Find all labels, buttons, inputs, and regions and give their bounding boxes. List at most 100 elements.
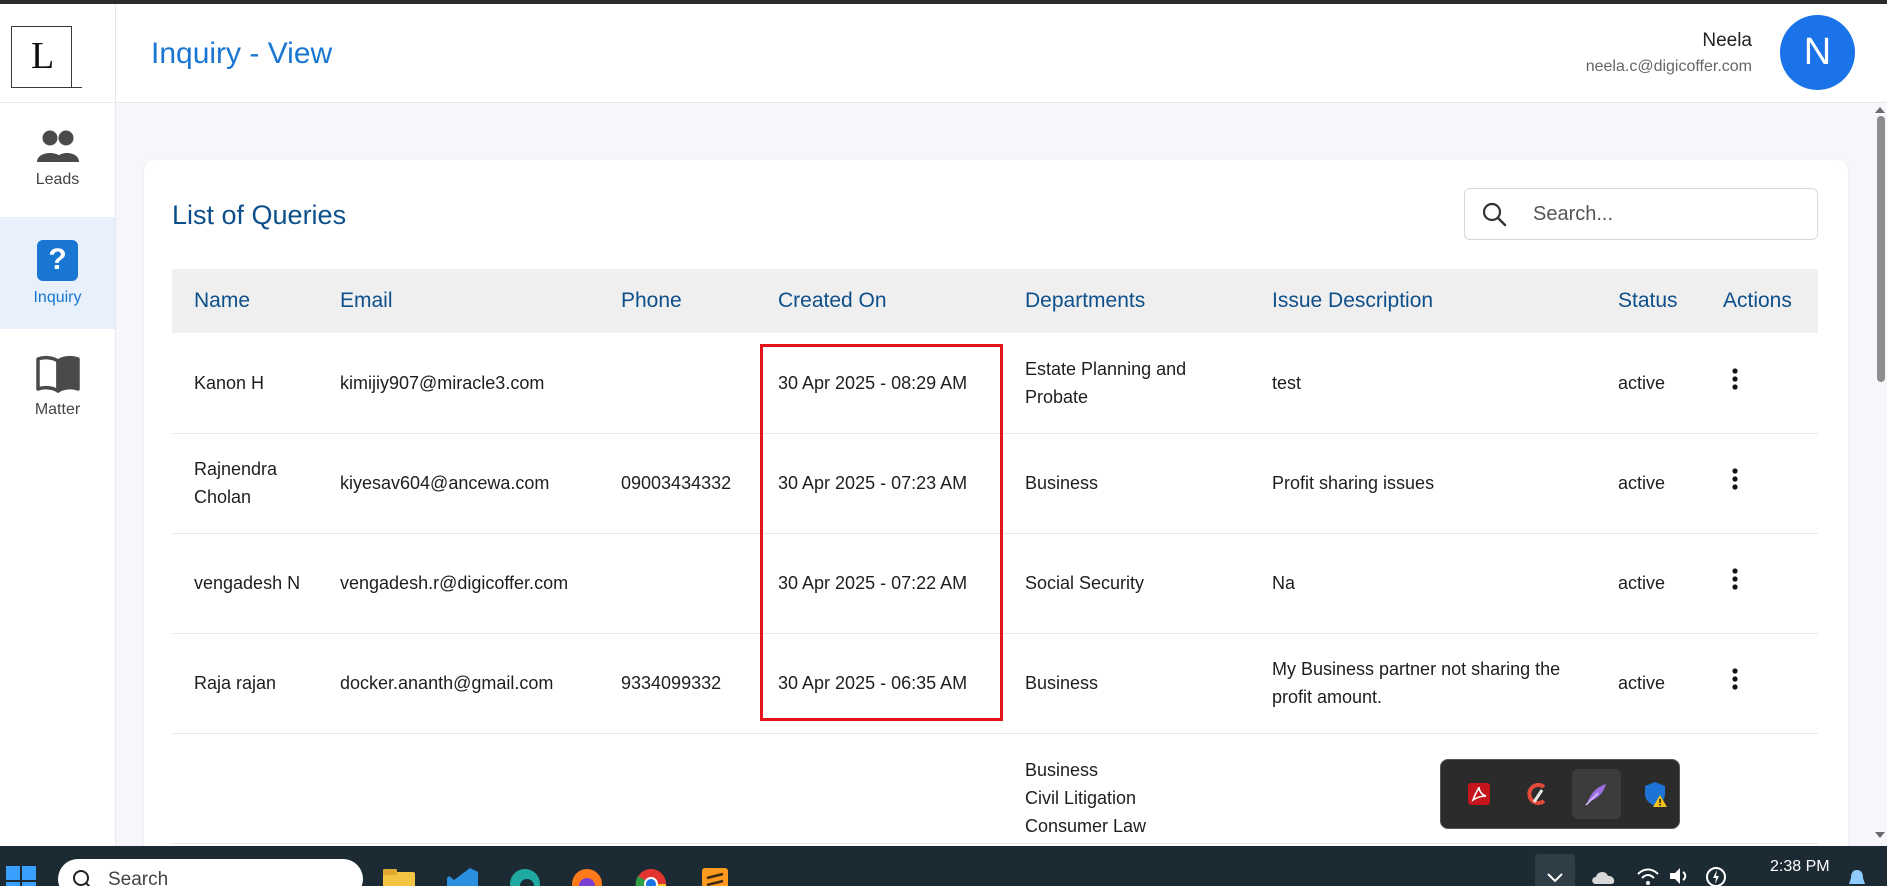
column-header-name[interactable]: Name [172,269,318,333]
tray-item-cleaner[interactable] [1514,769,1563,819]
cell-email: kiyesav604@ancewa.com [318,433,599,534]
cell-email: docker.ananth@gmail.com [318,633,599,734]
pdf-reader-icon [1468,783,1491,805]
question-icon: ? [37,239,78,281]
vscode-icon[interactable] [446,866,480,886]
cell-departments: Business [1003,633,1250,734]
department-item: Consumer Law [1025,816,1147,836]
cell-created-on: 30 Apr 2025 - 07:23 AM [756,433,1003,534]
taskbar-search-label: Search [108,869,169,886]
cell-email [318,733,599,844]
table-row[interactable]: Rajnendra Cholan kiyesav604@ancewa.com 0… [172,433,1818,534]
cell-created-on: 30 Apr 2025 - 06:35 AM [756,633,1003,734]
column-header-created-on[interactable]: Created On [756,269,1003,333]
people-icon [36,130,79,162]
cell-departments: Business [1003,433,1250,534]
column-header-email[interactable]: Email [318,269,599,333]
cell-name: vengadesh N [172,533,318,634]
cell-status: active [1596,433,1701,534]
onedrive-cloud-icon[interactable] [1590,868,1618,886]
sidebar-item-matter[interactable]: Matter [0,331,115,443]
more-vertical-icon[interactable] [1731,668,1739,690]
feather-icon [1585,784,1607,806]
user-email: neela.c@digicoffer.com [1585,58,1752,75]
chevron-down-icon [1547,873,1563,883]
cell-departments: Social Security [1003,533,1250,634]
cell-issue: Na [1250,533,1596,634]
cell-name: Rajnendra Cholan [172,433,318,534]
windows-start-icon[interactable] [6,866,36,886]
cell-phone: 09003434332 [599,433,756,534]
cell-status: active [1596,333,1701,434]
sidebar-item-inquiry[interactable]: ? Inquiry [0,217,115,329]
show-hidden-icons-button[interactable] [1535,854,1575,886]
edge-browser-icon[interactable] [508,866,542,886]
cell-actions [1701,333,1818,434]
search-icon [1482,202,1507,227]
book-icon [35,355,80,393]
cell-issue: test [1250,333,1596,434]
top-header: Inquiry - View Neela neela.c@digicoffer.… [116,4,1887,103]
table-row[interactable]: Raja rajan docker.ananth@gmail.com 93340… [172,633,1818,734]
cell-name: Raja rajan [172,633,318,734]
cell-created-on: 30 Apr 2025 - 07:22 AM [756,533,1003,634]
battery-charging-icon[interactable] [1704,865,1728,886]
scrollbar-thumb[interactable] [1877,116,1885,382]
department-item: Social Security [1025,573,1145,593]
logo-underline [42,87,82,88]
cell-issue: My Business partner not sharing the prof… [1250,633,1596,734]
chrome-icon[interactable] [634,866,668,886]
notification-bell-icon[interactable] [1846,868,1868,886]
tray-item-feather[interactable] [1572,769,1621,819]
column-header-departments[interactable]: Departments [1003,269,1250,333]
scroll-up-arrow[interactable] [1875,107,1885,113]
cell-created-on [756,733,1003,844]
volume-icon[interactable] [1668,866,1692,886]
cell-phone [599,333,756,434]
user-name: Neela [1702,30,1752,51]
department-item: Business [1025,760,1099,780]
tray-item-security[interactable] [1631,769,1680,819]
cell-actions [1701,733,1818,844]
avatar[interactable]: N [1780,15,1855,90]
table-row[interactable]: vengadesh N vengadesh.r@digicoffer.com 3… [172,533,1818,634]
queries-table: Name Email Phone Created On Departments … [172,269,1818,844]
system-clock[interactable]: 2:38 PM [1770,858,1830,876]
search-input[interactable] [1533,202,1803,226]
cell-status: active [1596,533,1701,634]
taskbar-search[interactable]: Search [58,859,363,886]
department-item: Business [1025,473,1099,493]
sidebar-item-leads[interactable]: Leads [0,103,115,215]
search-box[interactable] [1464,188,1818,240]
table-row[interactable]: Kanon H kimijiy907@miracle3.com 30 Apr 2… [172,333,1818,434]
cell-name: Kanon H [172,333,318,434]
sublime-text-icon[interactable] [698,866,732,886]
ccleaner-icon [1527,783,1546,805]
cell-name [172,733,318,844]
tray-item-pdf[interactable] [1455,769,1504,819]
cell-email: kimijiy907@miracle3.com [318,333,599,434]
page-title: Inquiry - View [151,37,333,70]
os-taskbar: Search 2:38 PM [0,846,1887,886]
file-explorer-icon[interactable] [382,866,416,886]
wifi-icon[interactable] [1636,866,1660,886]
more-vertical-icon[interactable] [1731,468,1739,490]
app-logo[interactable]: L [11,26,82,88]
firefox-icon[interactable] [570,866,604,886]
cell-created-on: 30 Apr 2025 - 08:29 AM [756,333,1003,434]
column-header-issue-description[interactable]: Issue Description [1250,269,1596,333]
cell-phone: 9334099332 [599,633,756,734]
column-header-phone[interactable]: Phone [599,269,756,333]
tray-overflow-popup [1440,759,1680,829]
more-vertical-icon[interactable] [1731,368,1739,390]
scroll-down-arrow[interactable] [1875,832,1885,838]
cell-status: active [1596,633,1701,734]
search-icon [73,870,91,886]
sidebar-item-label: Matter [34,401,81,418]
department-item: Business [1025,673,1099,693]
column-header-status[interactable]: Status [1596,269,1701,333]
cell-email: vengadesh.r@digicoffer.com [318,533,599,634]
more-vertical-icon[interactable] [1731,568,1739,590]
queries-card: List of Queries Name Email Phone Created… [144,160,1848,860]
cell-departments: Business Civil Litigation Consumer Law [1003,733,1250,844]
